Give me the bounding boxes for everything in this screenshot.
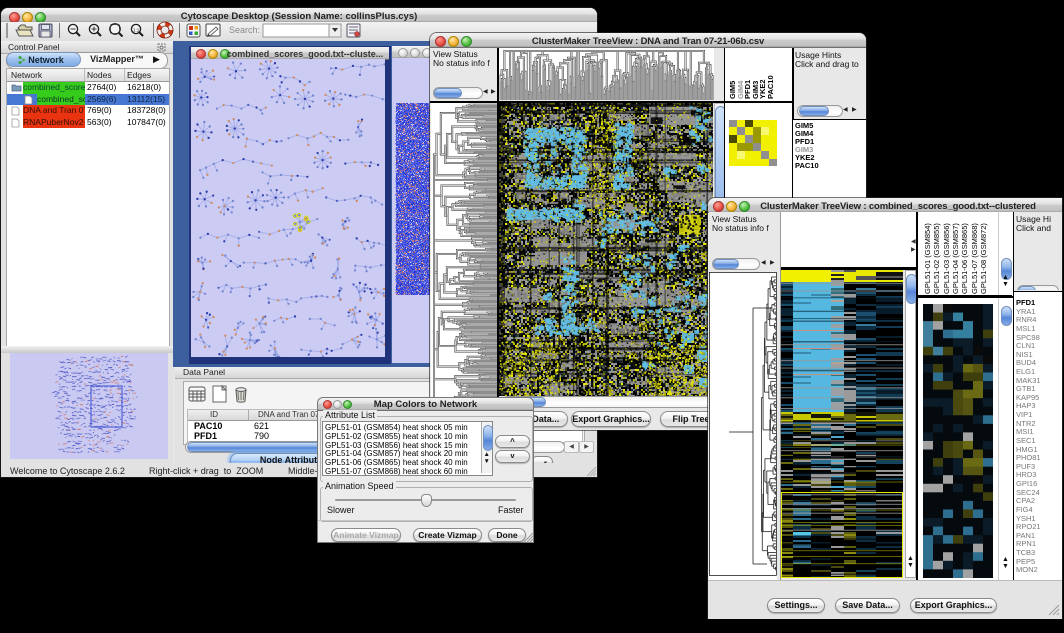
svg-text:1:1: 1:1 [133,28,140,33]
svg-text:Search:: Search: [229,25,260,35]
